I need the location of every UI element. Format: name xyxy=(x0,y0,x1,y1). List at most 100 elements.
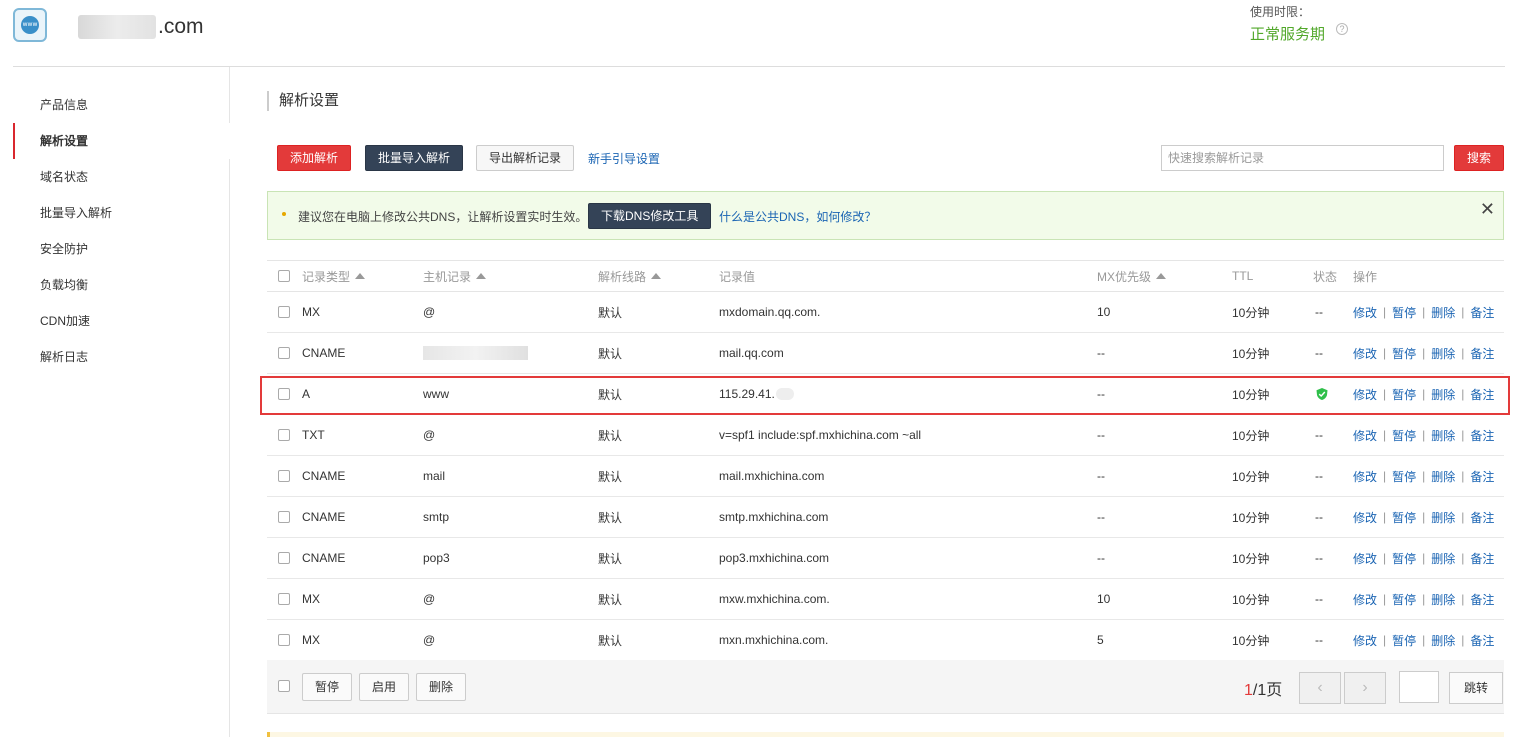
delete-link[interactable]: 删除 xyxy=(1431,509,1455,526)
header-mx[interactable]: MX优先级 xyxy=(1097,261,1167,291)
cell-ttl: 10分钟 xyxy=(1232,469,1270,484)
jump-button[interactable]: 跳转 xyxy=(1449,672,1503,704)
op-separator: | xyxy=(1422,592,1426,606)
edit-link[interactable]: 修改 xyxy=(1353,386,1377,403)
cell-type: CNAME xyxy=(302,510,346,524)
delete-link[interactable]: 删除 xyxy=(1431,468,1455,485)
edit-link[interactable]: 修改 xyxy=(1353,509,1377,526)
sidebar-item-load-balance[interactable]: 负载均衡 xyxy=(13,267,230,303)
row-checkbox[interactable] xyxy=(278,388,290,400)
delete-link[interactable]: 删除 xyxy=(1431,427,1455,444)
edit-link[interactable]: 修改 xyxy=(1353,550,1377,567)
sidebar-item-dns-settings[interactable]: 解析设置 xyxy=(13,123,230,159)
pause-link[interactable]: 暂停 xyxy=(1392,345,1416,362)
row-checkbox[interactable] xyxy=(278,511,290,523)
header-type[interactable]: 记录类型 xyxy=(302,261,366,291)
sidebar-item-domain-status[interactable]: 域名状态 xyxy=(13,159,230,195)
note-link[interactable]: 备注 xyxy=(1470,591,1494,608)
batch-import-button[interactable]: 批量导入解析 xyxy=(365,145,464,171)
cell-mx: -- xyxy=(1097,346,1105,360)
row-checkbox[interactable] xyxy=(278,552,290,564)
note-link[interactable]: 备注 xyxy=(1470,632,1494,649)
delete-link[interactable]: 删除 xyxy=(1431,304,1455,321)
note-link[interactable]: 备注 xyxy=(1470,468,1494,485)
guide-settings-link[interactable]: 新手引导设置 xyxy=(588,150,660,167)
pause-link[interactable]: 暂停 xyxy=(1392,509,1416,526)
prev-page-button[interactable]: ‹ xyxy=(1299,672,1341,704)
export-records-button[interactable]: 导出解析记录 xyxy=(476,145,575,171)
search-input[interactable] xyxy=(1161,145,1444,171)
note-link[interactable]: 备注 xyxy=(1470,304,1494,321)
edit-link[interactable]: 修改 xyxy=(1353,468,1377,485)
edit-link[interactable]: 修改 xyxy=(1353,632,1377,649)
help-icon[interactable]: ? xyxy=(1336,23,1348,35)
note-link[interactable]: 备注 xyxy=(1470,509,1494,526)
bulk-enable-button[interactable]: 启用 xyxy=(359,673,410,701)
pause-link[interactable]: 暂停 xyxy=(1392,550,1416,567)
delete-link[interactable]: 删除 xyxy=(1431,386,1455,403)
pause-link[interactable]: 暂停 xyxy=(1392,304,1416,321)
search-button[interactable]: 搜索 xyxy=(1454,145,1505,171)
note-link[interactable]: 备注 xyxy=(1470,550,1494,567)
pause-link[interactable]: 暂停 xyxy=(1392,468,1416,485)
row-actions: 修改 | 暂停 | 删除 | 备注 xyxy=(1353,620,1494,660)
bulk-delete-button[interactable]: 删除 xyxy=(416,673,467,701)
delete-link[interactable]: 删除 xyxy=(1431,632,1455,649)
row-checkbox[interactable] xyxy=(278,347,290,359)
table-row: Awww 默认 115.29.41. -- 10分钟 修改 | 暂停 | 删除 | 备注 xyxy=(267,374,1504,415)
row-checkbox[interactable] xyxy=(278,470,290,482)
cell-value: mail.qq.com xyxy=(719,346,784,360)
select-all-checkbox[interactable] xyxy=(278,270,290,282)
delete-link[interactable]: 删除 xyxy=(1431,550,1455,567)
bulk-select-checkbox[interactable] xyxy=(278,680,290,692)
delete-link[interactable]: 删除 xyxy=(1431,345,1455,362)
cell-status: -- xyxy=(1315,469,1323,483)
op-separator: | xyxy=(1422,346,1426,360)
row-checkbox[interactable] xyxy=(278,634,290,646)
cell-host: @ xyxy=(423,592,436,606)
cell-host: smtp xyxy=(423,510,450,524)
note-link[interactable]: 备注 xyxy=(1470,427,1494,444)
edit-link[interactable]: 修改 xyxy=(1353,345,1377,362)
pause-link[interactable]: 暂停 xyxy=(1392,386,1416,403)
table-header: 记录类型 主机记录 解析线路 记录值 MX优先级 TTL 状态 操作 xyxy=(267,260,1504,292)
header-host[interactable]: 主机记录 xyxy=(423,261,487,291)
delete-link[interactable]: 删除 xyxy=(1431,591,1455,608)
row-checkbox[interactable] xyxy=(278,429,290,441)
cell-type: CNAME xyxy=(302,469,346,483)
bulk-pause-button[interactable]: 暂停 xyxy=(302,673,353,701)
pause-link[interactable]: 暂停 xyxy=(1392,632,1416,649)
sidebar-item-batch-import[interactable]: 批量导入解析 xyxy=(13,195,230,231)
header-ops: 操作 xyxy=(1353,269,1378,284)
sidebar-item-product-info[interactable]: 产品信息 xyxy=(13,87,230,123)
header-ttl: TTL xyxy=(1232,269,1254,283)
row-actions: 修改 | 暂停 | 删除 | 备注 xyxy=(1353,333,1494,373)
page-number-input[interactable] xyxy=(1399,671,1439,703)
note-link[interactable]: 备注 xyxy=(1470,386,1494,403)
add-record-button[interactable]: 添加解析 xyxy=(277,145,352,171)
pause-link[interactable]: 暂停 xyxy=(1392,427,1416,444)
public-dns-help-link[interactable]: 什么是公共DNS，如何修改？ xyxy=(719,208,876,225)
sidebar-item-dns-log[interactable]: 解析日志 xyxy=(13,339,230,375)
header-line[interactable]: 解析线路 xyxy=(598,261,662,291)
close-icon[interactable]: ✕ xyxy=(1480,200,1495,218)
www-logo-icon: www xyxy=(13,8,47,42)
download-dns-tool-button[interactable]: 下载DNS修改工具 xyxy=(588,203,712,229)
edit-link[interactable]: 修改 xyxy=(1353,427,1377,444)
cell-status: -- xyxy=(1315,633,1323,647)
monitoring-shield-icon xyxy=(1316,388,1328,400)
edit-link[interactable]: 修改 xyxy=(1353,591,1377,608)
sidebar-item-security[interactable]: 安全防护 xyxy=(13,231,230,267)
edit-link[interactable]: 修改 xyxy=(1353,304,1377,321)
row-checkbox[interactable] xyxy=(278,306,290,318)
row-checkbox[interactable] xyxy=(278,593,290,605)
cell-mx: 10 xyxy=(1097,305,1111,319)
bottom-notice-strip xyxy=(267,732,1504,737)
next-page-button[interactable]: › xyxy=(1344,672,1386,704)
pause-link[interactable]: 暂停 xyxy=(1392,591,1416,608)
cell-mx: 5 xyxy=(1097,633,1104,647)
cell-value: 115.29.41. xyxy=(719,374,794,414)
cell-status xyxy=(1315,374,1329,414)
note-link[interactable]: 备注 xyxy=(1470,345,1494,362)
sidebar-item-cdn[interactable]: CDN加速 xyxy=(13,303,230,339)
